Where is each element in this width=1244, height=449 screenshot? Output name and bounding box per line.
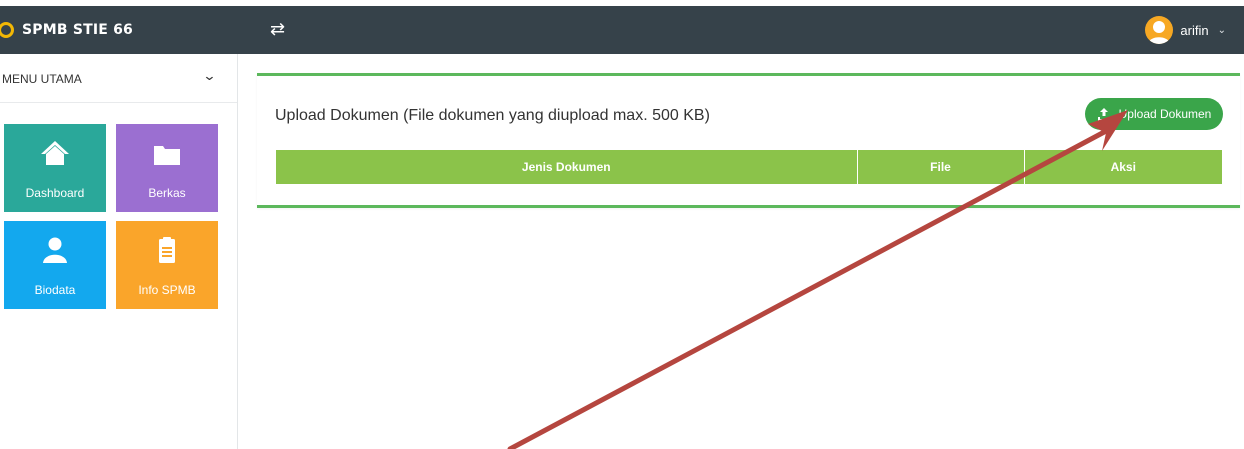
user-name: arifin [1180, 22, 1209, 38]
brand[interactable]: SPMB STIE 66 [0, 6, 238, 54]
user-menu[interactable]: arifin ⌄ [1145, 16, 1226, 44]
upload-document-button[interactable]: Upload Dokumen [1085, 98, 1223, 130]
home-icon [4, 138, 106, 168]
user-avatar-icon [1148, 21, 1171, 44]
avatar [1145, 16, 1174, 44]
upload-document-label: Upload Dokumen [1118, 107, 1212, 121]
brand-name: SPMB STIE 66 [22, 22, 133, 38]
column-header-file[interactable]: File [857, 150, 1025, 184]
tile-berkas[interactable]: Berkas [116, 124, 218, 212]
tile-info-spmb[interactable]: Info SPMB [116, 221, 218, 309]
tile-label: Biodata [34, 283, 76, 297]
main-menu-header[interactable]: MENU UTAMA ⌄ [0, 54, 237, 103]
table-header-row: Jenis Dokumen File Aksi [276, 150, 1222, 184]
documents-table: Jenis Dokumen File Aksi [276, 150, 1222, 184]
sidebar: MENU UTAMA ⌄ Dashboard Berkas Biodata In… [0, 54, 238, 449]
brand-logo-icon [0, 22, 14, 38]
tile-dashboard[interactable]: Dashboard [4, 124, 106, 212]
sidebar-toggle-icon[interactable]: ⇄ [270, 19, 285, 39]
main-menu-title: MENU UTAMA [2, 72, 82, 86]
upload-card: Upload Dokumen (File dokumen yang diuplo… [257, 73, 1240, 208]
app-window: SPMB STIE 66 ⇄ arifin ⌄ MENU UTAMA ⌄ Das… [0, 0, 1244, 449]
upload-icon [1097, 108, 1110, 121]
tile-label: Info SPMB [138, 283, 196, 297]
column-header-jenis-dokumen[interactable]: Jenis Dokumen [276, 150, 858, 184]
chevron-down-icon: ⌄ [1217, 24, 1226, 36]
tile-label: Dashboard [25, 186, 85, 200]
column-header-aksi[interactable]: Aksi [1024, 150, 1222, 184]
folder-icon [116, 138, 218, 168]
page-title: Upload Dokumen (File dokumen yang diuplo… [275, 107, 710, 124]
clipboard-icon [116, 235, 218, 265]
tile-label: Berkas [148, 186, 186, 200]
tile-biodata[interactable]: Biodata [4, 221, 106, 309]
top-navbar: SPMB STIE 66 ⇄ arifin ⌄ [0, 6, 1244, 54]
chevron-down-icon: ⌄ [202, 68, 217, 83]
user-icon [4, 235, 106, 265]
